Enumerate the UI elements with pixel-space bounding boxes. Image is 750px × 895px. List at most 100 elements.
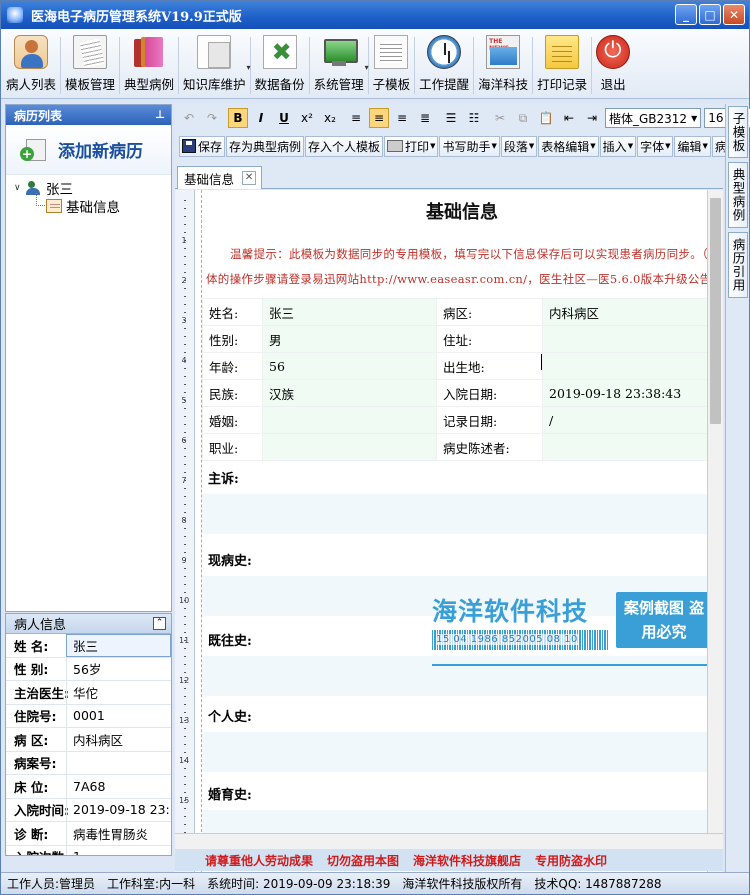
info-value[interactable]: 56岁	[66, 657, 171, 680]
toolbar-button-label: 系统管理	[313, 77, 364, 92]
status-copyright: 海洋软件科技版权所有	[402, 877, 523, 891]
print-record-icon	[545, 35, 580, 69]
side-tab[interactable]: 子模板	[728, 106, 748, 158]
tree-item-basic-info[interactable]: 基础信息	[14, 193, 171, 216]
form-field[interactable]: 内科病区	[542, 298, 722, 326]
add-new-record-button[interactable]: 添加新病历	[6, 125, 171, 175]
subscript-button[interactable]: x₂	[320, 108, 340, 128]
command-button[interactable]: 表格编辑 ▼	[538, 135, 599, 157]
scroll-thumb[interactable]	[710, 198, 721, 424]
toolbar-button-person[interactable]: 病人列表	[3, 33, 59, 97]
info-value[interactable]: 病毒性胃肠炎	[66, 822, 171, 845]
close-tab-icon[interactable]: ✕	[242, 171, 257, 185]
toolbar-button-books[interactable]: 典型病例	[121, 33, 177, 97]
toolbar-button-knowledge[interactable]: 知识库维护 ▾	[180, 33, 251, 97]
form-field[interactable]	[262, 433, 437, 461]
close-button[interactable]: ✕	[723, 4, 745, 25]
toolbar-button-subtemplate[interactable]: 子模板	[370, 33, 414, 97]
dropdown-arrow-icon: ▼	[430, 142, 436, 150]
cut-icon[interactable]: ✂	[490, 108, 510, 128]
form-field[interactable]: /	[542, 406, 722, 434]
command-label: 保存	[198, 139, 223, 154]
section-body[interactable]	[202, 494, 722, 534]
underline-button[interactable]: U	[274, 108, 294, 128]
form-label: 年龄:	[202, 352, 263, 380]
app-icon	[7, 7, 23, 23]
dropdown-arrow-icon[interactable]: ▾	[365, 63, 369, 72]
form-field[interactable]	[542, 433, 722, 461]
toolbar-button-backup[interactable]: 数据备份	[252, 33, 308, 97]
redo-icon[interactable]: ↷	[202, 108, 222, 128]
dropdown-arrow-icon[interactable]: ▾	[247, 63, 251, 72]
horizontal-scrollbar[interactable]	[175, 833, 723, 849]
document-view[interactable]: 1234567891011121314151617 基础信息 温馨提示：此模板为…	[175, 190, 723, 872]
copy-icon[interactable]: ⧉	[513, 108, 533, 128]
info-value[interactable]: 张三	[66, 634, 171, 657]
justify-icon[interactable]: ≣	[415, 108, 435, 128]
info-value[interactable]: 7A68	[66, 775, 171, 798]
vertical-scrollbar[interactable]: ∨	[707, 190, 723, 872]
command-button[interactable]: 字体 ▼	[637, 135, 674, 157]
superscript-button[interactable]: x²	[297, 108, 317, 128]
bullet-list-icon[interactable]: ☰	[441, 108, 461, 128]
collapse-icon[interactable]: ⌃	[153, 617, 166, 630]
form-field[interactable]: 男	[262, 325, 437, 353]
window-title: 医海电子病历管理系统V19.9正式版	[31, 9, 242, 25]
info-value[interactable]: 0001	[66, 704, 171, 727]
maximize-button[interactable]: □	[699, 4, 721, 25]
form-field[interactable]: 张三	[262, 298, 437, 326]
form-field[interactable]	[262, 406, 437, 434]
toolbar-button-label: 子模板	[372, 77, 411, 92]
toolbar-button-print-record[interactable]: 打印记录	[534, 33, 590, 97]
align-left-icon[interactable]: ≡	[346, 108, 366, 128]
command-toolbar: 保存存为典型病例存入个人模板打印▼书写助手▼段落▼表格编辑▼插入▼字体▼编辑▼病…	[175, 134, 749, 158]
form-field[interactable]	[542, 325, 722, 353]
command-button[interactable]: 书写助手 ▼	[439, 135, 500, 157]
toolbar-button-news[interactable]: 海洋科技	[475, 33, 531, 97]
info-value[interactable]: 1	[66, 845, 171, 855]
form-field[interactable]	[542, 352, 722, 380]
command-button[interactable]: 编辑 ▼	[674, 135, 711, 157]
side-tab[interactable]: 典型病例	[728, 162, 748, 228]
command-button[interactable]: 段落 ▼	[500, 135, 538, 157]
toolbar-button-exit[interactable]: 退出	[593, 33, 633, 97]
bold-button[interactable]: B	[228, 108, 248, 128]
info-value[interactable]: 2019-09-18 23:	[66, 798, 171, 821]
form-field[interactable]: 汉族	[262, 379, 437, 407]
tab-basic-info[interactable]: 基础信息 ✕	[177, 166, 262, 189]
indent-icon[interactable]: ⇥	[582, 108, 602, 128]
document-page[interactable]: 基础信息 温馨提示：此模板为数据同步的专用模板，填写完以下信息保存后可以实现患者…	[201, 190, 723, 872]
patient-info-row: 病案号:	[6, 751, 171, 775]
form-label: 病史陈述者:	[436, 433, 543, 461]
side-tab[interactable]: 病历引用	[728, 232, 748, 298]
form-field[interactable]: 2019-09-18 23:38:43	[542, 379, 722, 407]
align-center-icon[interactable]: ≡	[369, 108, 389, 128]
outdent-icon[interactable]: ⇤	[559, 108, 579, 128]
command-button[interactable]: 保存	[179, 135, 226, 157]
info-value[interactable]: 内科病区	[66, 728, 171, 751]
command-button[interactable]: 插入 ▼	[599, 135, 637, 157]
form-field[interactable]: 56	[262, 352, 437, 380]
expand-toggle-icon[interactable]: ∨	[14, 183, 26, 193]
font-family-select[interactable]: 楷体_GB2312 ▼	[605, 108, 702, 128]
toolbar-button-label: 海洋科技	[478, 77, 529, 92]
toolbar-button-template[interactable]: 模板管理	[62, 33, 118, 97]
info-value[interactable]: 华佗	[66, 681, 171, 704]
pin-icon[interactable]: ⊥	[155, 108, 165, 121]
info-value[interactable]	[66, 751, 171, 774]
minimize-button[interactable]: _	[675, 4, 697, 25]
section-body[interactable]	[202, 732, 722, 772]
numbered-list-icon[interactable]: ☷	[464, 108, 484, 128]
subtemplate-icon	[374, 35, 409, 69]
command-button[interactable]: 打印 ▼	[384, 135, 439, 157]
toolbar-button-monitor[interactable]: 系统管理 ▾	[311, 33, 369, 97]
command-button[interactable]: 存入个人模板	[305, 135, 384, 157]
italic-button[interactable]: I	[251, 108, 271, 128]
align-right-icon[interactable]: ≡	[392, 108, 412, 128]
command-button[interactable]: 存为典型病例	[226, 135, 305, 157]
clock-icon	[427, 35, 462, 69]
undo-icon[interactable]: ↶	[179, 108, 199, 128]
toolbar-button-clock[interactable]: 工作提醒	[416, 33, 472, 97]
form-row: 年龄: 56 出生地:	[202, 352, 722, 380]
paste-icon[interactable]: 📋	[536, 108, 556, 128]
